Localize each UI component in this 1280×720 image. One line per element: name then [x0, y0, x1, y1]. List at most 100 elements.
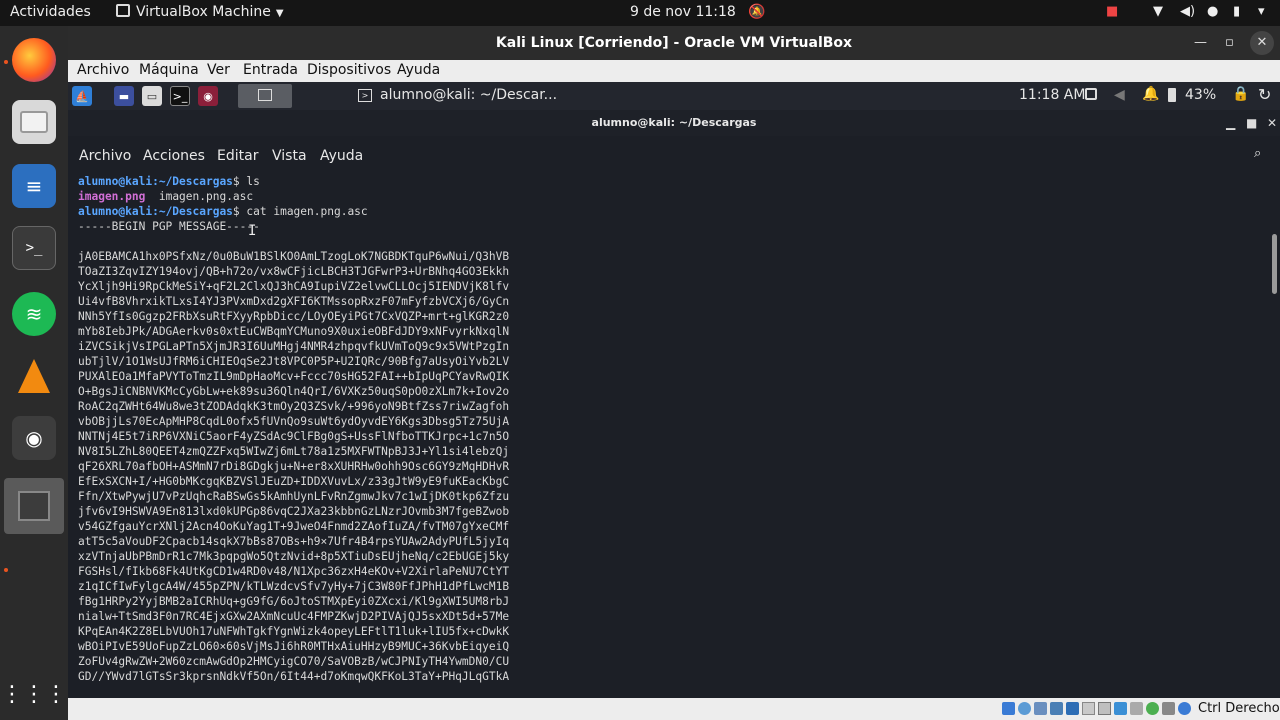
- pgp-begin-line: -----BEGIN PGP MESSAGE-----: [78, 220, 260, 233]
- pgp-line: NNTNj4E5t7iRP6VXNiC5aorF4yZSdAc9ClFBg0gS…: [78, 430, 510, 443]
- clock-label: 9 de nov 11:18: [630, 4, 736, 20]
- notifications-icon[interactable]: 🔔: [1142, 86, 1159, 102]
- host-key-icon[interactable]: [1178, 702, 1191, 715]
- virtualbox-statusbar: Ctrl Derecho: [68, 698, 1280, 720]
- pgp-line: qF26XRL70afbOH+ASMmN7rDi8GDgkju+N+er8xXU…: [78, 460, 510, 473]
- pgp-line: mYb8IebJPk/ADGAerkv0s0xtEuCWBqmYCMuno9X0…: [78, 325, 510, 338]
- menu-ver[interactable]: Ver: [207, 62, 230, 78]
- pgp-line: O+BgsJiCNBNVKMcCyGbLw+ek89su36Qln4QrI/6V…: [78, 385, 510, 398]
- pgp-line: GD//YWvd7lGTsSr3kprsnNdkVf5On/6It44+d7oK…: [78, 670, 510, 683]
- pgp-line: jA0EBAMCA1hx0PSfxNz/0u0BuW1BSlKO0AmLTzog…: [78, 250, 510, 263]
- pgp-line: xzVTnjaUbPBmDrR1c7Mk3pqpgWo5QtzNvid+8p5X…: [78, 550, 510, 563]
- virtualbox-dock-icon[interactable]: [4, 478, 64, 534]
- desktop-icon[interactable]: ▬: [114, 86, 134, 106]
- terminal-launcher-icon[interactable]: >_: [170, 86, 190, 106]
- status-device-icons[interactable]: [1002, 702, 1195, 719]
- workspace-window-icon: [258, 89, 272, 101]
- pgp-line: v54GZfgauYcrXNlj2Acn4OoKuYag1T+9JweO4Fnm…: [78, 520, 510, 533]
- minimize-button[interactable]: —: [1194, 26, 1207, 60]
- shared-folders-icon[interactable]: [1082, 702, 1095, 715]
- prompt-symbol: $: [232, 205, 247, 218]
- terminal-menu-ayuda[interactable]: Ayuda: [320, 148, 363, 164]
- browser-launcher-icon[interactable]: ◉: [198, 86, 218, 106]
- workspace-switcher[interactable]: [238, 84, 292, 108]
- optical-drive-icon[interactable]: [1018, 702, 1031, 715]
- menu-maquina[interactable]: Máquina: [139, 62, 199, 78]
- pgp-line: NNh5YfIs0Ggzp2FRbXsuRtFXyyRpbDicc/LOyOEy…: [78, 310, 510, 323]
- spotify-icon[interactable]: ≋: [12, 292, 56, 336]
- audio-icon[interactable]: [1034, 702, 1047, 715]
- terminal-menu-vista[interactable]: Vista: [272, 148, 307, 164]
- firefox-icon[interactable]: [12, 38, 56, 82]
- terminal-menubar: Archivo Acciones Editar Vista Ayuda ⌕: [68, 136, 1280, 174]
- pgp-line: ubTjlV/1O1WsUJfRM6iCHIEOqSe2Jt8VPC0P5P+U…: [78, 355, 510, 368]
- pgp-line: NV8I5LZhL80QEET4zmQZZFxq5WIwZj6mLt78a1z5…: [78, 445, 510, 458]
- pgp-line: FGSHsl/fIkb68Fk4UtKgCD1w4RD0v48/N1Xpc36z…: [78, 565, 510, 578]
- terminal-small-icon: >: [358, 89, 372, 102]
- pgp-line: EfExSXCN+I/+HG0bMKcgqKBZVSlJEuZD+IDDXVuv…: [78, 475, 510, 488]
- file-manager-icon[interactable]: ▭: [142, 86, 162, 106]
- menu-entrada[interactable]: Entrada: [243, 62, 298, 78]
- battery-icon[interactable]: ▮: [1233, 4, 1240, 19]
- menu-archivo[interactable]: Archivo: [77, 62, 129, 78]
- usb-icon[interactable]: [1066, 702, 1079, 715]
- display-status-icon[interactable]: [1098, 702, 1111, 715]
- lock-icon[interactable]: 🔒: [1232, 86, 1249, 102]
- cpu-icon[interactable]: [1146, 702, 1159, 715]
- terminal-menu-acciones[interactable]: Acciones: [143, 148, 205, 164]
- clock[interactable]: 9 de nov 11:18 🔕: [630, 4, 766, 20]
- pgp-line: TOaZI3ZqvIZY194ovj/QB+h72o/vx8wCFjicLBCH…: [78, 265, 510, 278]
- show-apps-icon[interactable]: ⋮⋮⋮: [1, 672, 67, 716]
- close-button[interactable]: ✕: [1250, 31, 1274, 55]
- pgp-line: Ui4vfB8VhrxikTLxsI4YJ3PVxmDxd2gXFI6KTMss…: [78, 295, 510, 308]
- terminal-titlebar[interactable]: alumno@kali: ~/Descargas ▁ ■ ✕: [68, 110, 1280, 136]
- terminal-icon[interactable]: >_: [12, 226, 56, 270]
- microphone-icon[interactable]: ●: [1207, 4, 1218, 19]
- video-capture-icon[interactable]: [1114, 702, 1127, 715]
- pgp-line: iZVCSikjVsIPGLaPTn5XjmJR3I6UuMHgj4NMR4zh…: [78, 340, 510, 353]
- pgp-line: vbOBjjLs70EcApMHP8CqdL0ofx5fUVnQo9suWt6y…: [78, 415, 510, 428]
- pgp-line: RoAC2qZWHt64Wu8we3tZODAdqkK3tmOy2Q3ZSvk/…: [78, 400, 510, 413]
- gimp-icon[interactable]: ◉: [12, 416, 56, 460]
- host-key-label: Ctrl Derecho: [1198, 701, 1280, 716]
- menu-ayuda[interactable]: Ayuda: [397, 62, 440, 78]
- menu-dispositivos[interactable]: Dispositivos: [307, 62, 391, 78]
- terminal-menu-editar[interactable]: Editar: [217, 148, 258, 164]
- files-icon[interactable]: [12, 100, 56, 144]
- battery-small-icon[interactable]: [1168, 88, 1176, 102]
- network-icon[interactable]: [1050, 702, 1063, 715]
- file-entry: imagen.png.asc: [158, 190, 254, 203]
- power-menu-icon[interactable]: ▾: [1258, 4, 1265, 19]
- taskbar-terminal-item[interactable]: > alumno@kali: ~/Descar...: [352, 82, 557, 110]
- terminal-minimize-button[interactable]: ▁: [1226, 110, 1235, 136]
- mouse-integration-icon[interactable]: [1162, 702, 1175, 715]
- volume-icon[interactable]: ◀): [1180, 4, 1195, 19]
- kali-menu-icon[interactable]: ⛵: [72, 86, 92, 106]
- virtualbox-menubar: Archivo Máquina Ver Entrada Dispositivos…: [68, 60, 1280, 82]
- window-title: Kali Linux [Corriendo] - Oracle VM Virtu…: [495, 35, 853, 51]
- terminal-maximize-button[interactable]: ■: [1246, 110, 1257, 136]
- app-menu[interactable]: VirtualBox Machine ▼: [116, 4, 284, 20]
- terminal-close-button[interactable]: ✕: [1267, 110, 1277, 136]
- camera-icon[interactable]: ■: [1106, 4, 1118, 19]
- virtualbox-titlebar[interactable]: Kali Linux [Corriendo] - Oracle VM Virtu…: [68, 26, 1280, 60]
- harddisk-icon[interactable]: [1002, 702, 1015, 715]
- writer-icon[interactable]: ≡: [12, 164, 56, 208]
- volume-muted-icon[interactable]: ◀: [1114, 87, 1125, 103]
- logout-icon[interactable]: ↻: [1258, 85, 1271, 104]
- terminal-scrollbar[interactable]: [1272, 234, 1277, 294]
- display-icon[interactable]: [1085, 88, 1097, 100]
- search-icon[interactable]: ⌕: [1254, 146, 1261, 161]
- vlc-icon[interactable]: [12, 354, 56, 398]
- activities-button[interactable]: Actividades: [10, 4, 91, 20]
- guest-display[interactable]: ⛵ ▬ ▭ >_ ◉ > alumno@kali: ~/Descar... 11…: [68, 82, 1280, 698]
- terminal-output[interactable]: alumno@kali:~/Descargas$ ls imagen.png i…: [68, 174, 1280, 698]
- terminal-menu-archivo[interactable]: Archivo: [79, 148, 131, 164]
- recording-icon[interactable]: [1130, 702, 1143, 715]
- wifi-icon[interactable]: ▼: [1153, 4, 1163, 19]
- kali-clock[interactable]: 11:18 AM: [1019, 87, 1085, 103]
- kali-top-panel: ⛵ ▬ ▭ >_ ◉ > alumno@kali: ~/Descar... 11…: [68, 82, 1280, 110]
- maximize-button[interactable]: ▫: [1225, 26, 1234, 60]
- pgp-line: fBg1HRPy2YyjBMB2aICRhUq+gG9fG/6oJtoSTMXp…: [78, 595, 510, 608]
- dock: ≡ >_ ≋ ◉ ⋮⋮⋮: [0, 26, 68, 720]
